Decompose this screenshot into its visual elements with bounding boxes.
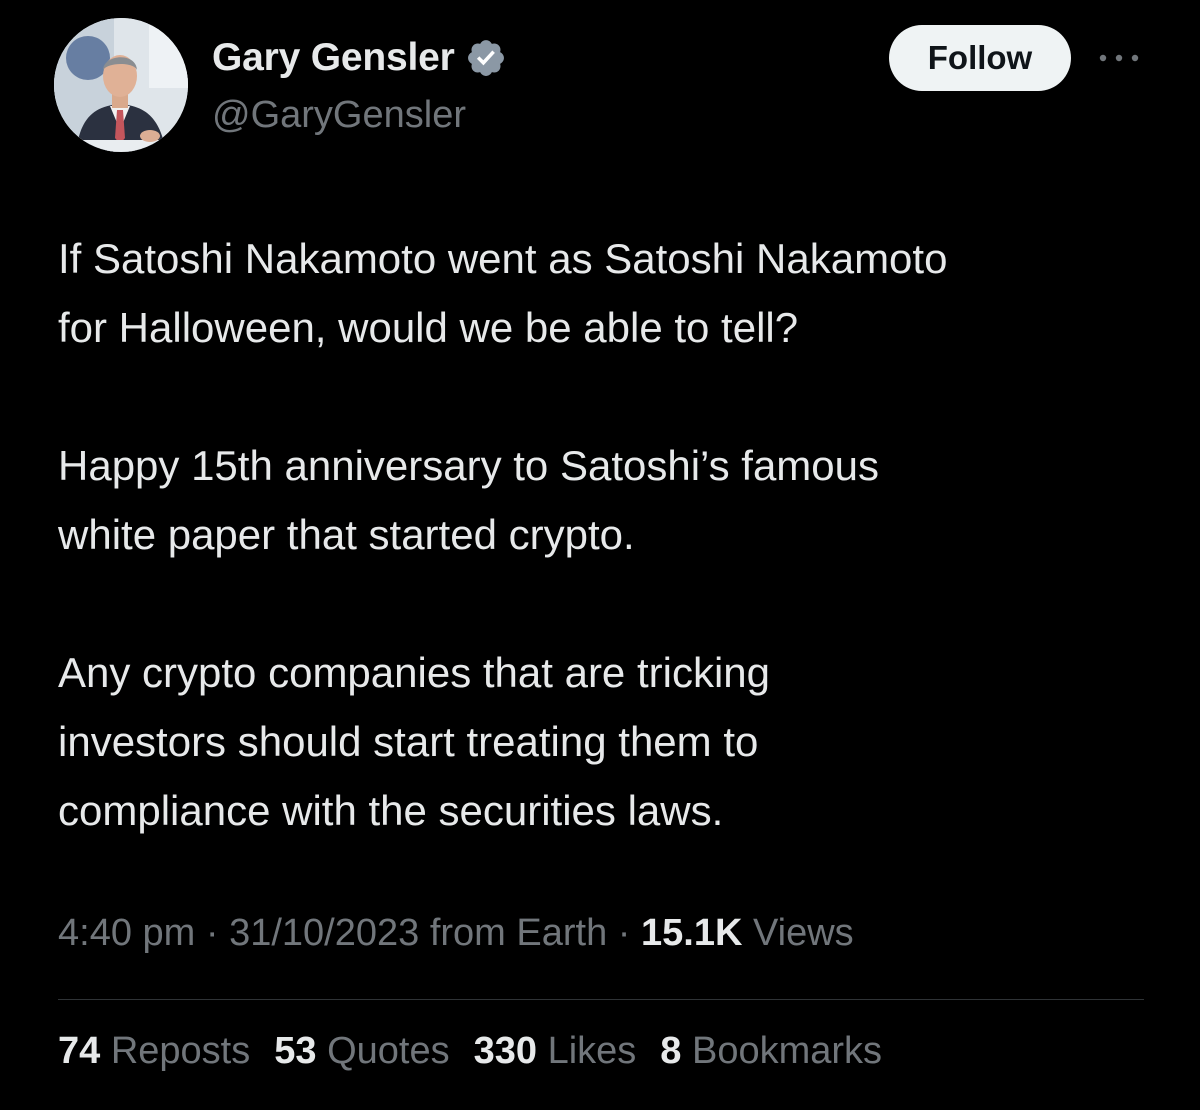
- tweet: Gary Gensler @GaryGensler Follow If Sato…: [0, 0, 1200, 1110]
- stat-reposts[interactable]: 74 Reposts: [58, 1030, 250, 1073]
- follow-button[interactable]: Follow: [889, 25, 1071, 91]
- tweet-date[interactable]: 31/10/2023: [229, 912, 419, 954]
- tweet-meta: 4:40 pm · 31/10/2023 from Earth · 15.1K …: [58, 912, 854, 955]
- stat-label: Likes: [537, 1030, 637, 1072]
- engagement-stats: 74 Reposts 53 Quotes 330 Likes 8 Bookmar…: [58, 1030, 882, 1073]
- tweet-line: for Halloween, would we be able to tell?: [58, 304, 799, 351]
- tweet-line: If Satoshi Nakamoto went as Satoshi Naka…: [58, 235, 948, 282]
- stat-bookmarks[interactable]: 8 Bookmarks: [660, 1030, 882, 1073]
- profile-photo: [54, 18, 188, 152]
- stat-count: 330: [473, 1030, 538, 1072]
- stat-count: 53: [274, 1030, 317, 1072]
- avatar[interactable]: [54, 18, 188, 152]
- verified-badge-icon[interactable]: [465, 37, 507, 79]
- meta-separator: ·: [195, 912, 230, 954]
- stat-likes[interactable]: 330 Likes: [474, 1030, 637, 1073]
- views-count[interactable]: 15.1K: [641, 912, 742, 954]
- author-handle[interactable]: @GaryGensler: [212, 94, 466, 137]
- tweet-time[interactable]: 4:40 pm: [58, 912, 195, 954]
- author-name-row: Gary Gensler: [212, 36, 507, 80]
- views-label[interactable]: Views: [742, 912, 854, 954]
- tweet-source: from Earth: [419, 912, 608, 954]
- tweet-line: investors should start treating them to: [58, 718, 759, 765]
- tweet-line: compliance with the securities laws.: [58, 787, 724, 834]
- stat-quotes[interactable]: 53 Quotes: [274, 1030, 449, 1073]
- author-display-name[interactable]: Gary Gensler: [212, 36, 455, 80]
- meta-separator: ·: [607, 912, 642, 954]
- stat-label: Reposts: [100, 1030, 251, 1072]
- divider: [58, 999, 1144, 1000]
- tweet-line: white paper that started crypto.: [58, 511, 635, 558]
- tweet-paragraph: Any crypto companies that are tricking i…: [58, 638, 1158, 845]
- tweet-paragraph: If Satoshi Nakamoto went as Satoshi Naka…: [58, 224, 1158, 362]
- tweet-paragraph: Happy 15th anniversary to Satoshi’s famo…: [58, 431, 1158, 569]
- tweet-text: If Satoshi Nakamoto went as Satoshi Naka…: [58, 224, 1158, 845]
- stat-label: Bookmarks: [681, 1030, 883, 1072]
- tweet-line: Any crypto companies that are tricking: [58, 649, 770, 696]
- tweet-line: Happy 15th anniversary to Satoshi’s famo…: [58, 442, 880, 489]
- stat-count: 74: [58, 1030, 101, 1072]
- stat-label: Quotes: [316, 1030, 450, 1072]
- more-horizontal-icon[interactable]: [1094, 44, 1144, 72]
- stat-count: 8: [660, 1030, 682, 1072]
